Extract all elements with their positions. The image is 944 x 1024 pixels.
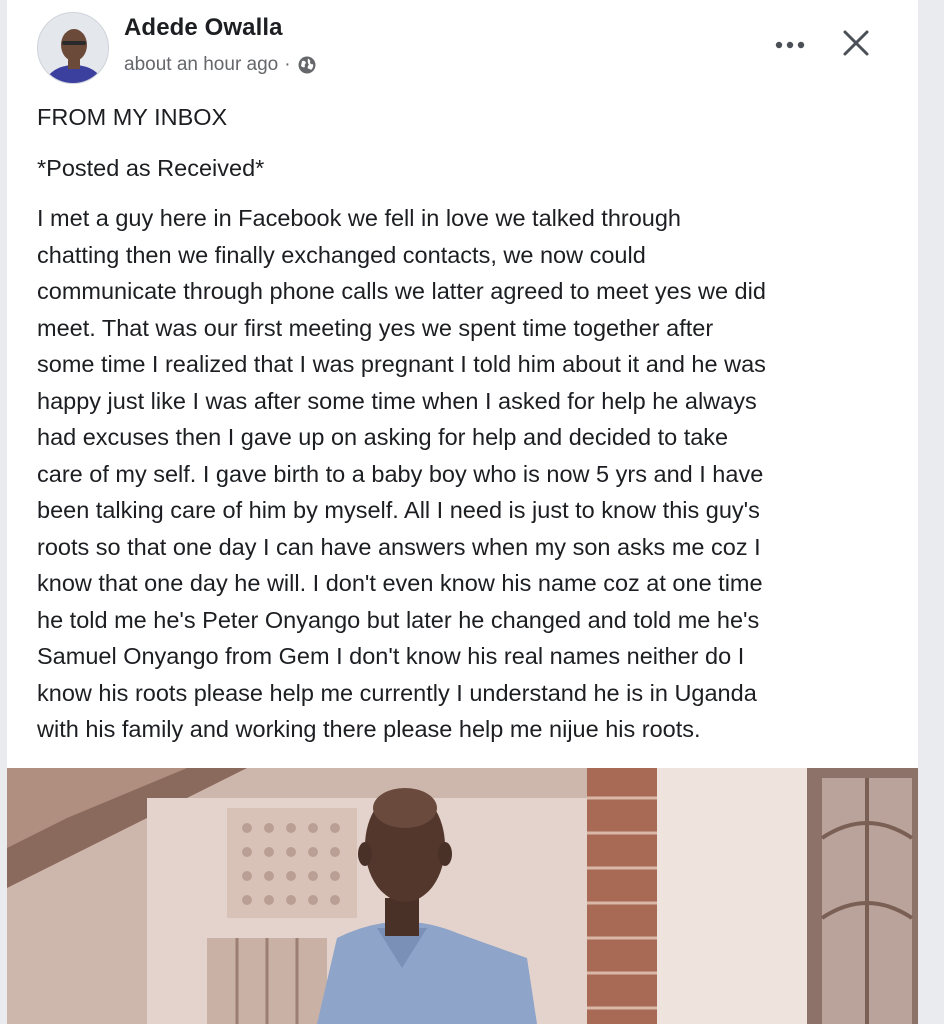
avatar-image xyxy=(38,13,108,83)
body-line: know that one day he will. I don't even … xyxy=(37,570,763,596)
author-name[interactable]: Adede Owalla xyxy=(124,14,283,42)
post-subheading: *Posted as Received* xyxy=(37,155,265,181)
body-line: communicate through phone calls we latte… xyxy=(37,278,766,304)
photo-man-outdoors xyxy=(7,768,918,1024)
close-button[interactable] xyxy=(837,24,875,62)
body-line: roots so that one day I can have answers… xyxy=(37,533,761,560)
post-photo[interactable] xyxy=(7,768,918,1024)
body-line: with his family and working there please… xyxy=(37,716,701,742)
post-heading: FROM MY INBOX xyxy=(37,104,228,130)
body-line: some time I realized that I was pregnant… xyxy=(37,351,766,377)
globe-icon[interactable] xyxy=(297,55,317,75)
more-options-icon xyxy=(775,41,805,49)
more-options-button[interactable] xyxy=(773,28,807,62)
post-meta: about an hour ago · xyxy=(124,54,317,76)
body-line: I met a guy here in Facebook we fell in … xyxy=(37,205,682,231)
body-line: Samuel Onyango from Gem I don't know his… xyxy=(37,643,745,669)
body-line: chatting then we finally exchanged conta… xyxy=(37,241,646,268)
body-line: know his roots please help me currently … xyxy=(37,679,757,706)
body-line: care of my self. I gave birth to a baby … xyxy=(37,460,764,487)
close-icon xyxy=(843,30,869,56)
body-line: happy just like I was after some time wh… xyxy=(37,387,757,414)
facebook-post: Adede Owalla about an hour ago · FROM MY… xyxy=(7,0,918,1024)
post-timestamp[interactable]: about an hour ago xyxy=(124,54,278,76)
body-line: been talking care of him by myself. All … xyxy=(37,497,760,523)
body-line: he told me he's Peter Onyango but later … xyxy=(37,606,760,633)
post-body: I met a guy here in Facebook we fell in … xyxy=(37,200,907,748)
meta-separator: · xyxy=(284,54,291,75)
author-avatar[interactable] xyxy=(37,12,109,84)
body-line: meet. That was our first meeting yes we … xyxy=(37,314,714,341)
body-line: had excuses then I gave up on asking for… xyxy=(37,424,729,450)
